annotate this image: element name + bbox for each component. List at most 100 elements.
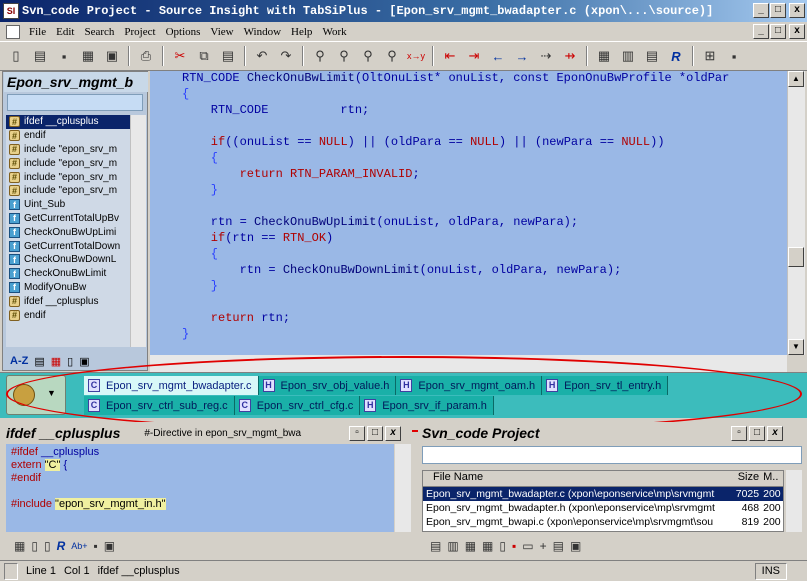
file-tab[interactable]: C Epon_srv_ctrl_cfg.c — [234, 396, 361, 415]
project-view-icon[interactable]: ▥ — [447, 539, 458, 553]
context-maximize-button[interactable]: □ — [367, 426, 383, 441]
menu-help[interactable]: Help — [286, 26, 317, 38]
project-options-icon[interactable]: ▣ — [570, 539, 581, 553]
context-options-icon[interactable]: ▣ — [104, 539, 115, 553]
symbol-window-icon[interactable]: ▦ — [594, 46, 614, 66]
symbol-item[interactable]: f Uint_Sub — [6, 198, 130, 212]
open-file-icon[interactable]: ▤ — [30, 46, 50, 66]
project-file-list[interactable]: File Name Size M.. Epon_srv_mgmt_bwadapt… — [422, 470, 784, 532]
symbol-item[interactable]: # include "epon_srv_m — [6, 156, 130, 170]
menu-options[interactable]: Options — [161, 26, 206, 38]
symbol-item[interactable]: f CheckOnuBwLimit — [6, 267, 130, 281]
app-icon[interactable]: SI — [3, 3, 19, 19]
file-tab[interactable]: H Epon_srv_obj_value.h — [258, 376, 397, 395]
file-list-icon[interactable]: ▤ — [430, 539, 441, 553]
doc-minimize-button[interactable]: _ — [753, 24, 769, 39]
font-size-icon[interactable]: Ab+ — [71, 541, 87, 551]
forward-arrow-icon[interactable]: → — [512, 46, 532, 66]
replace-icon[interactable]: x→y — [406, 46, 426, 66]
file-tab[interactable]: H Epon_srv_tl_entry.h — [542, 376, 669, 395]
code-editor[interactable]: RTN_CODE CheckOnuBwLimit(OltOnuList* onu… — [150, 71, 787, 355]
file-tab[interactable]: H Epon_srv_mgmt_oam.h — [396, 376, 543, 395]
project-file-row[interactable]: Epon_srv_mgmt_bwapi.h (xpon\eponservice\… — [423, 529, 783, 531]
project-scrollbar[interactable] — [786, 470, 802, 532]
editor-horizontal-scrollbar[interactable] — [150, 355, 787, 372]
sort-az-button[interactable]: A-Z — [10, 355, 28, 367]
context-scrollbar[interactable] — [395, 444, 411, 532]
clip-window-icon[interactable]: ▤ — [642, 46, 662, 66]
symbol-list[interactable]: # ifdef __cplusplus # endif # include "epon_s… — [6, 115, 130, 347]
back-arrow-icon[interactable]: ← — [488, 46, 508, 66]
lookup-references-icon[interactable]: ⚲ — [382, 46, 402, 66]
category-view-icon[interactable]: ▦ — [51, 355, 61, 368]
editor-vertical-scrollbar[interactable]: ▲ ▼ — [787, 71, 805, 355]
bookmark-icon[interactable]: ⇸ — [560, 46, 580, 66]
column-header-modified[interactable]: M.. — [763, 471, 783, 486]
close-file-icon[interactable]: ▣ — [102, 46, 122, 66]
minimize-button[interactable]: _ — [753, 3, 769, 18]
project-pin-button[interactable]: ▫ — [731, 426, 747, 441]
toolbar-overflow-icon[interactable]: ▪ — [724, 46, 744, 66]
symbol-item[interactable]: # include "epon_srv_m — [6, 143, 130, 157]
jump-forward-icon[interactable]: ⇥ — [464, 46, 484, 66]
lock-icon[interactable]: ▯ — [31, 539, 38, 553]
symbol-scrollbar[interactable] — [130, 115, 146, 347]
save-all-icon[interactable]: ▦ — [78, 46, 98, 66]
symbol-list-icon[interactable]: ▦ — [482, 539, 493, 553]
color-icon[interactable]: ▪ — [512, 539, 516, 553]
details-icon[interactable]: ▤ — [553, 539, 564, 553]
tab-menu-button[interactable]: ▼ — [6, 375, 66, 415]
menu-project[interactable]: Project — [119, 26, 160, 38]
doc-restore-button[interactable]: □ — [770, 24, 786, 39]
symbol-item[interactable]: f GetCurrentTotalUpBv — [6, 212, 130, 226]
symbol-item[interactable]: # endif — [6, 308, 130, 322]
close-button[interactable]: x — [789, 3, 805, 18]
symbol-options-icon[interactable]: ▣ — [79, 355, 89, 368]
symbol-item[interactable]: # include "epon_srv_m — [6, 170, 130, 184]
project-file-filter-input[interactable] — [422, 446, 802, 464]
project-close-button[interactable]: x — [767, 426, 783, 441]
maximize-button[interactable]: □ — [770, 3, 786, 18]
symbol-item[interactable]: # ifdef __cplusplus — [6, 294, 130, 308]
context-code[interactable]: #ifdef __cplusplus extern "C" {#endif #in… — [6, 444, 394, 532]
book-icon[interactable]: ▯ — [499, 539, 506, 553]
find-files-icon[interactable]: ⚲ — [358, 46, 378, 66]
symbol-filter-input[interactable] — [7, 94, 143, 111]
save-icon[interactable]: ▪ — [54, 46, 74, 66]
print-icon[interactable]: ⎙ — [136, 46, 156, 66]
context-close-button[interactable]: x — [385, 426, 401, 441]
project-maximize-button[interactable]: □ — [749, 426, 765, 441]
list-view-icon[interactable]: ▤ — [34, 355, 44, 368]
cut-icon[interactable]: ✂ — [170, 46, 190, 66]
column-header-size[interactable]: Size — [727, 471, 763, 486]
add-file-icon[interactable]: + — [540, 539, 547, 553]
redo-icon[interactable]: ↷ — [276, 46, 296, 66]
doc-close-button[interactable]: x — [789, 24, 805, 39]
file-tab[interactable]: H Epon_srv_if_param.h — [360, 396, 494, 415]
symbol-item[interactable]: # ifdef __cplusplus — [6, 115, 130, 129]
relation-icon[interactable]: R — [57, 539, 66, 553]
file-tab[interactable]: C Epon_srv_mgmt_bwadapter.c — [84, 376, 259, 395]
menu-window[interactable]: Window — [239, 26, 286, 38]
column-header-file-name[interactable]: File Name — [423, 471, 727, 486]
symbol-item[interactable]: f ModifyOnuBw — [6, 281, 130, 295]
open-folder-icon[interactable]: ▭ — [522, 539, 533, 553]
tile-windows-icon[interactable]: ⊞ — [700, 46, 720, 66]
project-file-row[interactable]: Epon_srv_mgmt_bwadapter.c (xpon\eponserv… — [423, 487, 783, 501]
symbol-item[interactable]: # include "epon_srv_m — [6, 184, 130, 198]
category-icon[interactable]: ▦ — [465, 539, 476, 553]
symbol-item[interactable]: f CheckOnuBwUpLimi — [6, 225, 130, 239]
menu-icon[interactable] — [6, 24, 20, 39]
undo-icon[interactable]: ↶ — [252, 46, 272, 66]
menu-file[interactable]: File — [24, 26, 51, 38]
find-icon[interactable]: ⚲ — [310, 46, 330, 66]
symbol-item[interactable]: f GetCurrentTotalDown — [6, 239, 130, 253]
copy-icon[interactable]: ▪ — [94, 539, 98, 553]
relation-window-icon[interactable]: R — [666, 46, 686, 66]
project-file-row[interactable]: Epon_srv_mgmt_bwadapter.h (xpon\eponserv… — [423, 501, 783, 515]
jump-back-icon[interactable]: ⇤ — [440, 46, 460, 66]
book-icon[interactable]: ▯ — [44, 539, 51, 553]
jump-icon[interactable]: ▦ — [14, 539, 25, 553]
find-next-icon[interactable]: ⚲ — [334, 46, 354, 66]
project-window-icon[interactable]: ▥ — [618, 46, 638, 66]
